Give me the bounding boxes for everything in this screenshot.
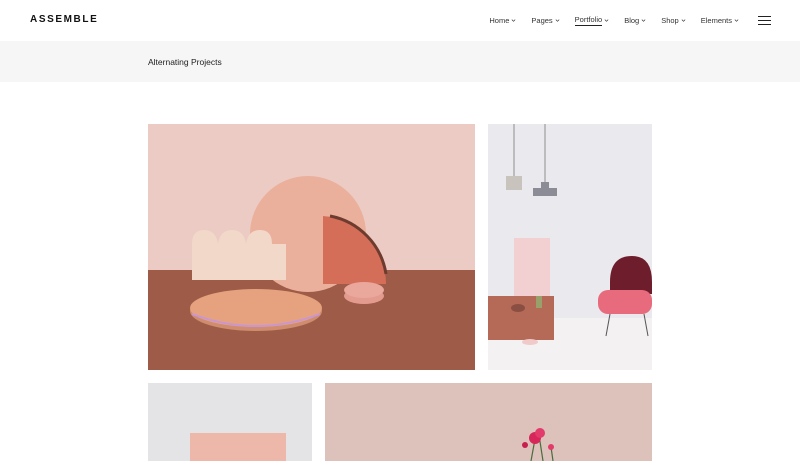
site-logo[interactable]: ASSEMBLE [30, 14, 98, 25]
nav-item-blog[interactable]: Blog [624, 15, 646, 26]
still-life-illustration [148, 124, 475, 370]
chevron-down-icon [604, 19, 609, 22]
nav-item-label: Pages [531, 16, 553, 25]
nav-item-shop[interactable]: Shop [661, 15, 686, 26]
pink-board-illustration [148, 383, 312, 461]
lamps-chair-illustration [488, 124, 652, 370]
site-header: ASSEMBLE Home Pages Portfolio Blog Shop … [0, 0, 800, 41]
project-image-pink-board[interactable] [148, 383, 312, 461]
chevron-down-icon [511, 19, 516, 22]
project-image-flowers[interactable] [325, 383, 652, 461]
nav-item-home[interactable]: Home [489, 15, 516, 26]
hamburger-menu-icon[interactable] [758, 16, 771, 25]
nav-item-label: Elements [700, 16, 732, 25]
flowers-illustration [325, 383, 652, 461]
chevron-down-icon [681, 19, 686, 22]
chevron-down-icon [734, 19, 739, 22]
nav-item-portfolio[interactable]: Portfolio [574, 15, 610, 26]
chevron-down-icon [641, 19, 646, 22]
nav-item-label: Home [489, 16, 510, 25]
nav-item-label: Shop [661, 16, 679, 25]
page-title-bar: Alternating Projects [0, 41, 800, 82]
nav-item-elements[interactable]: Elements [701, 15, 739, 26]
project-image-still-life[interactable] [148, 124, 475, 370]
nav-item-label: Blog [624, 16, 640, 25]
hamburger-line [758, 24, 771, 25]
nav-item-label: Portfolio [574, 15, 603, 26]
page-title: Alternating Projects [148, 57, 222, 67]
hamburger-line [758, 20, 771, 21]
nav-item-pages[interactable]: Pages [531, 15, 560, 26]
main-nav: Home Pages Portfolio Blog Shop Elements [474, 15, 739, 26]
project-image-lamps-chair[interactable] [488, 124, 652, 370]
chevron-down-icon [555, 19, 560, 22]
hamburger-line [758, 16, 771, 17]
